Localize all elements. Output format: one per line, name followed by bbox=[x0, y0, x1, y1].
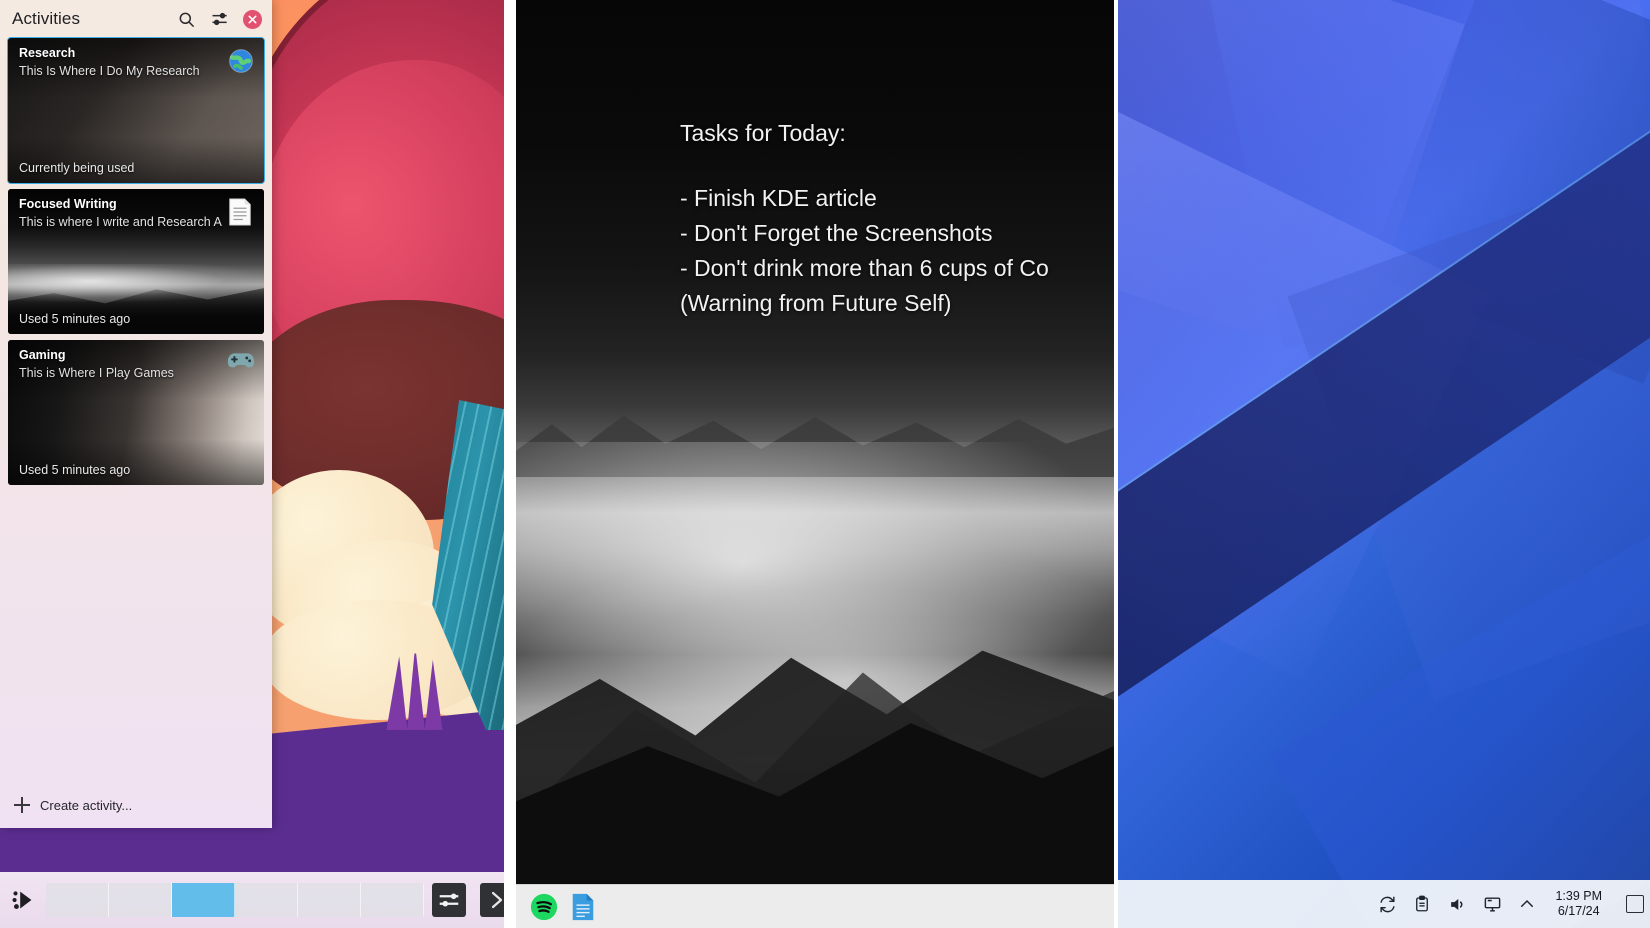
pager-cell[interactable] bbox=[235, 883, 298, 917]
taskbar-right: 1:39 PM 6/17/24 bbox=[1118, 880, 1650, 928]
volume-icon[interactable] bbox=[1447, 894, 1467, 914]
sync-icon[interactable] bbox=[1377, 894, 1397, 914]
page-title: Activities bbox=[12, 9, 81, 28]
tasks-note-line: - Don't drink more than 6 cups of Co bbox=[680, 254, 1049, 281]
spotify-icon[interactable] bbox=[530, 893, 558, 921]
close-icon[interactable] bbox=[243, 9, 262, 29]
pager-cell[interactable] bbox=[109, 883, 172, 917]
activity-description: This is where I write and Research A... bbox=[19, 215, 222, 229]
globe-icon bbox=[227, 47, 255, 75]
system-tray bbox=[1377, 894, 1537, 914]
tasks-note: Tasks for Today: - Finish KDE article - … bbox=[680, 116, 1114, 321]
activity-card-gaming[interactable]: Gaming This is Where I Play Games Used 5… bbox=[8, 340, 264, 485]
activities-list: Research This Is Where I Do My Research … bbox=[0, 37, 272, 485]
activity-name: Focused Writing bbox=[19, 197, 117, 211]
activity-status: Used 5 minutes ago bbox=[19, 312, 131, 326]
activity-status: Used 5 minutes ago bbox=[19, 463, 131, 477]
activity-description: This Is Where I Do My Research bbox=[19, 64, 200, 78]
display-icon[interactable] bbox=[1482, 894, 1502, 914]
screen-middle: Tasks for Today: - Finish KDE article - … bbox=[516, 0, 1114, 928]
activity-card-research[interactable]: Research This Is Where I Do My Research … bbox=[7, 37, 265, 184]
clock[interactable]: 1:39 PM 6/17/24 bbox=[1551, 889, 1606, 919]
multi-monitor-desktop: Activities Research This Is Where I Do M… bbox=[0, 0, 1650, 928]
show-desktop-icon[interactable] bbox=[1626, 895, 1644, 913]
pager-cell[interactable] bbox=[46, 883, 109, 917]
pager-cell[interactable] bbox=[361, 883, 424, 917]
gamepad-icon bbox=[227, 349, 255, 377]
tasks-note-tail: (Warning from Future Self) bbox=[680, 289, 952, 316]
tasks-note-title: Tasks for Today: bbox=[680, 120, 846, 146]
configure-icon[interactable] bbox=[209, 8, 231, 30]
taskbar-left bbox=[0, 872, 504, 928]
screen-left: Activities Research This Is Where I Do M… bbox=[0, 0, 504, 928]
taskbar-left-apps bbox=[432, 883, 504, 917]
activity-description: This is Where I Play Games bbox=[19, 366, 174, 380]
terminal-icon[interactable] bbox=[480, 883, 504, 917]
document-icon bbox=[227, 198, 255, 226]
chevron-up-icon[interactable] bbox=[1517, 894, 1537, 914]
clipboard-icon[interactable] bbox=[1412, 894, 1432, 914]
text-editor-icon[interactable] bbox=[570, 893, 598, 921]
virtual-desktop-pager[interactable] bbox=[46, 883, 424, 917]
activities-header-actions bbox=[175, 8, 262, 30]
kde-launcher-icon[interactable] bbox=[8, 880, 38, 920]
wallpaper-right bbox=[1118, 0, 1650, 928]
thumbnail-bottom-scrim bbox=[8, 439, 264, 485]
thumbnail-bottom-scrim bbox=[8, 137, 264, 183]
plus-icon bbox=[14, 797, 30, 813]
activity-card-focused-writing[interactable]: Focused Writing This is where I write an… bbox=[8, 189, 264, 334]
activity-name: Research bbox=[19, 46, 76, 60]
search-icon[interactable] bbox=[175, 8, 197, 30]
create-activity-label: Create activity... bbox=[40, 797, 133, 813]
pager-cell-active[interactable] bbox=[172, 883, 235, 917]
thumbnail-bottom-scrim bbox=[8, 288, 264, 334]
clock-date: 6/17/24 bbox=[1557, 904, 1600, 918]
create-activity-button[interactable]: Create activity... bbox=[0, 782, 272, 828]
pager-cell[interactable] bbox=[298, 883, 361, 917]
taskbar-middle bbox=[516, 884, 1114, 928]
screen-right: 1:39 PM 6/17/24 bbox=[1118, 0, 1650, 928]
activity-name: Gaming bbox=[19, 348, 66, 362]
monitor-bezel bbox=[504, 0, 516, 928]
tasks-note-line: - Finish KDE article bbox=[680, 184, 877, 211]
system-settings-icon[interactable] bbox=[432, 883, 466, 917]
tasks-note-line: - Don't Forget the Screenshots bbox=[680, 219, 993, 246]
clock-time: 1:39 PM bbox=[1555, 889, 1602, 903]
activities-panel: Activities Research This Is Where I Do M… bbox=[0, 0, 272, 828]
activity-status: Currently being used bbox=[19, 161, 135, 175]
activities-header: Activities bbox=[0, 0, 272, 38]
